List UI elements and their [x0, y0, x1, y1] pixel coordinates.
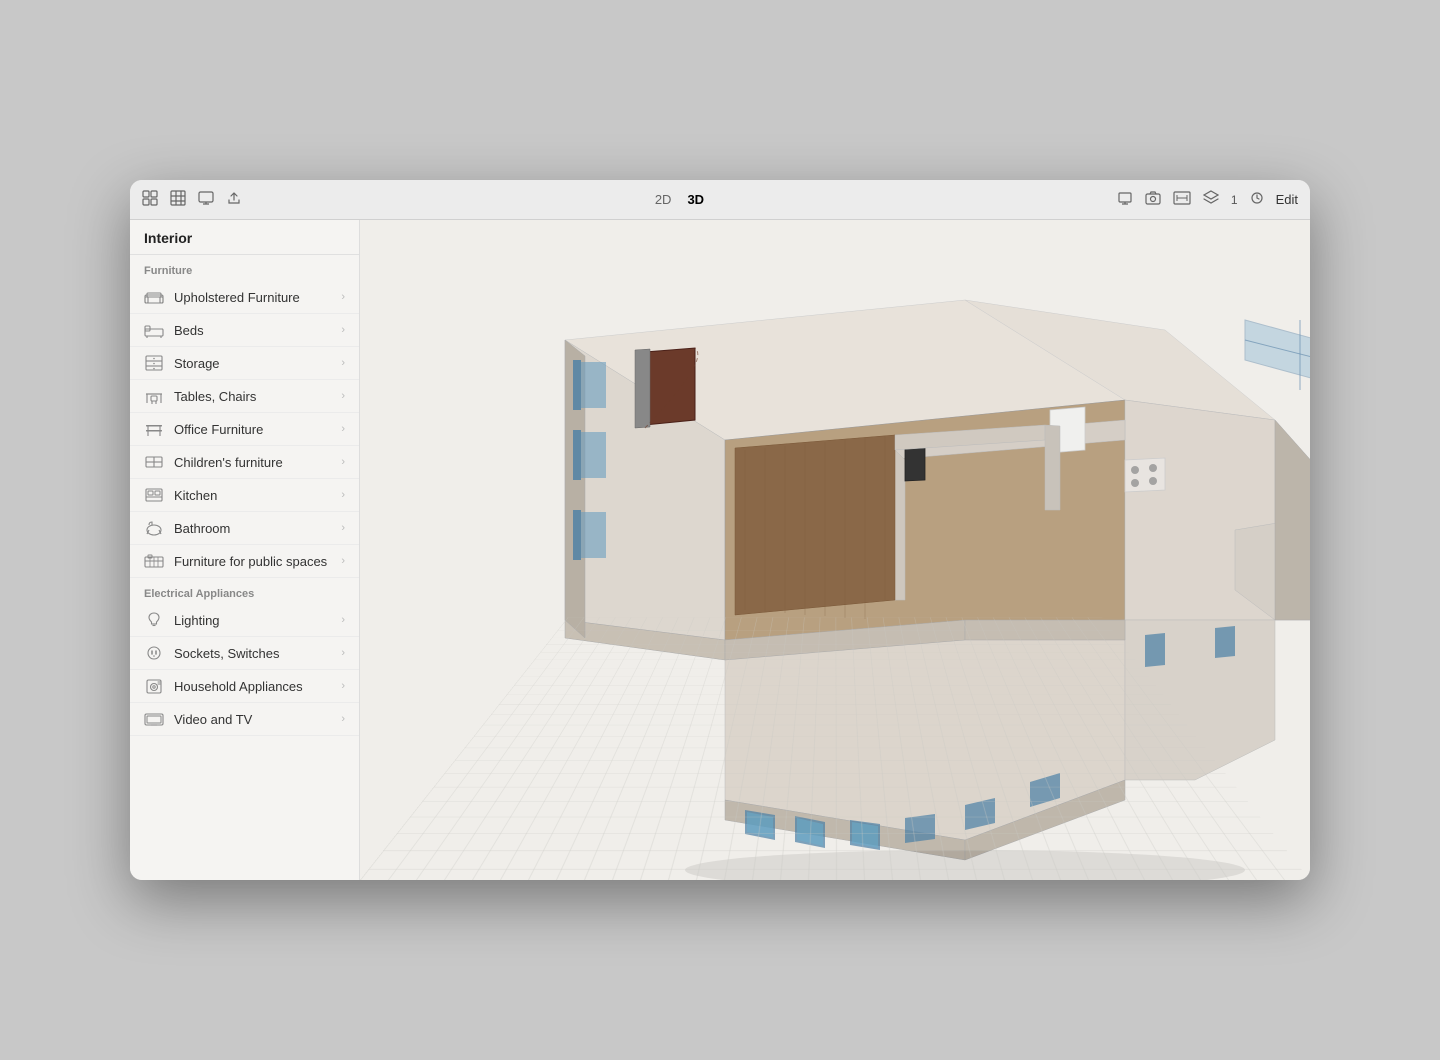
titlebar-left-icons: [142, 190, 242, 209]
tv-icon: [144, 710, 164, 728]
sidebar-item-upholstered-furniture[interactable]: Upholstered Furniture ›: [130, 281, 359, 314]
kitchen-icon: [144, 486, 164, 504]
titlebar-right: 1 Edit: [1117, 190, 1298, 209]
layer-count-label: 1: [1231, 193, 1238, 207]
upholstered-furniture-label: Upholstered Furniture: [174, 290, 331, 305]
chevron-right-icon: ›: [341, 390, 345, 402]
sidebar-item-office-furniture[interactable]: Office Furniture ›: [130, 413, 359, 446]
sofa-icon: [144, 288, 164, 306]
tables-chairs-label: Tables, Chairs: [174, 389, 331, 404]
sidebar-item-video-tv[interactable]: Video and TV ›: [130, 703, 359, 736]
kitchen-label: Kitchen: [174, 488, 331, 503]
grid-icon[interactable]: [170, 190, 186, 209]
3d-viewport[interactable]: [360, 220, 1310, 880]
dimensions-icon[interactable]: [1173, 190, 1191, 209]
section-title-electrical: Electrical Appliances: [130, 578, 359, 604]
sidebar-item-tables-chairs[interactable]: Tables, Chairs ›: [130, 380, 359, 413]
socket-icon: [144, 644, 164, 662]
storage-label: Storage: [174, 356, 331, 371]
sidebar-item-storage[interactable]: Storage ›: [130, 347, 359, 380]
content-area: Interior Furniture Upholstered Furniture…: [130, 220, 1310, 880]
storage-icon: [144, 354, 164, 372]
sidebar-item-sockets-switches[interactable]: Sockets, Switches ›: [130, 637, 359, 670]
lighting-label: Lighting: [174, 613, 331, 628]
chevron-right-icon: ›: [341, 324, 345, 336]
bed-icon: [144, 321, 164, 339]
app-window: 2D 3D: [130, 180, 1310, 880]
layers-icon[interactable]: [1203, 190, 1219, 209]
camera-icon[interactable]: [1145, 190, 1161, 209]
chevron-right-icon: ›: [341, 614, 345, 626]
chevron-right-icon: ›: [341, 456, 345, 468]
sidebar-item-beds[interactable]: Beds ›: [130, 314, 359, 347]
bathroom-label: Bathroom: [174, 521, 331, 536]
chevron-right-icon: ›: [341, 423, 345, 435]
sidebar-item-kitchen[interactable]: Kitchen ›: [130, 479, 359, 512]
public-icon: [144, 552, 164, 570]
bulb-icon: [144, 611, 164, 629]
sidebar-item-bathroom[interactable]: Bathroom ›: [130, 512, 359, 545]
layout-icon[interactable]: [142, 190, 158, 209]
office-icon: [144, 420, 164, 438]
chevron-right-icon: ›: [341, 555, 345, 567]
spinner-icon[interactable]: [1250, 191, 1264, 208]
sidebar-item-childrens-furniture[interactable]: Children's furniture ›: [130, 446, 359, 479]
sidebar-item-public-spaces[interactable]: Furniture for public spaces ›: [130, 545, 359, 578]
titlebar: 2D 3D: [130, 180, 1310, 220]
view-toggle-group: 2D 3D: [258, 190, 1101, 209]
household-appliances-label: Household Appliances: [174, 679, 331, 694]
chevron-right-icon: ›: [341, 357, 345, 369]
chevron-right-icon: ›: [341, 489, 345, 501]
layer-number: 1: [1231, 193, 1238, 207]
bathroom-icon: [144, 519, 164, 537]
sidebar-item-lighting[interactable]: Lighting ›: [130, 604, 359, 637]
sockets-switches-label: Sockets, Switches: [174, 646, 331, 661]
edit-button[interactable]: Edit: [1276, 192, 1298, 207]
sidebar-item-household-appliances[interactable]: Household Appliances ›: [130, 670, 359, 703]
public-spaces-label: Furniture for public spaces: [174, 554, 331, 569]
children-icon: [144, 453, 164, 471]
table-chair-icon: [144, 387, 164, 405]
sidebar-header: Interior: [130, 220, 359, 255]
share-up-icon[interactable]: [226, 190, 242, 209]
chevron-right-icon: ›: [341, 713, 345, 725]
childrens-furniture-label: Children's furniture: [174, 455, 331, 470]
screen-view-icon[interactable]: [1117, 190, 1133, 209]
monitor-icon[interactable]: [198, 190, 214, 209]
view-3d-button[interactable]: 3D: [681, 190, 710, 209]
appliance-icon: [144, 677, 164, 695]
beds-label: Beds: [174, 323, 331, 338]
sidebar: Interior Furniture Upholstered Furniture…: [130, 220, 360, 880]
view-2d-button[interactable]: 2D: [649, 190, 678, 209]
chevron-right-icon: ›: [341, 647, 345, 659]
chevron-right-icon: ›: [341, 680, 345, 692]
chevron-right-icon: ›: [341, 291, 345, 303]
office-furniture-label: Office Furniture: [174, 422, 331, 437]
chevron-right-icon: ›: [341, 522, 345, 534]
video-tv-label: Video and TV: [174, 712, 331, 727]
section-title-furniture: Furniture: [130, 255, 359, 281]
